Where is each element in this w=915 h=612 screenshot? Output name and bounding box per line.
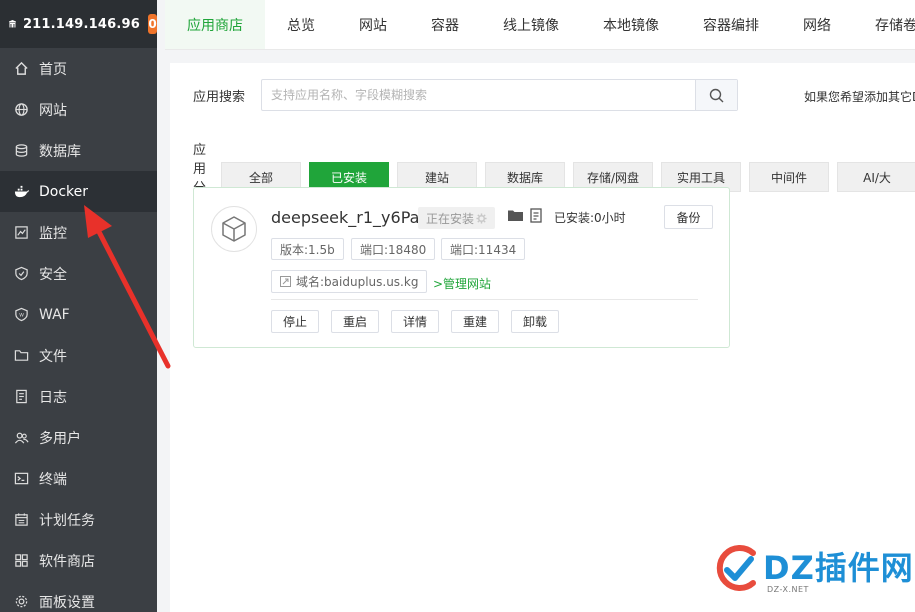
sidebar-item-nav-0[interactable]: 首页 — [0, 48, 157, 89]
sidebar-item-label: 计划任务 — [39, 512, 95, 529]
svg-text:W: W — [19, 312, 24, 318]
package-icon — [222, 216, 246, 242]
folder-icon[interactable] — [508, 209, 523, 222]
alert-badge[interactable]: 0 — [148, 14, 157, 34]
search-box — [261, 79, 739, 111]
sidebar-item-label: 软件商店 — [39, 553, 95, 570]
tab-7[interactable]: 网络 — [781, 0, 853, 49]
sidebar-item-nav-6[interactable]: W WAF — [0, 294, 157, 335]
sidebar-item-nav-1[interactable]: 网站 — [0, 89, 157, 130]
sidebar-nav: 首页网站数据库 Docker 监控安全 W WAF 文件日志多用户终端计划任务软件商店面板… — [0, 48, 157, 612]
stop-button[interactable]: 停止 — [271, 310, 319, 333]
waf-icon: W — [13, 307, 29, 323]
sidebar-item-label: 面板设置 — [39, 594, 95, 611]
docker-icon — [13, 184, 29, 200]
sidebar-item-nav-11[interactable]: 计划任务 — [0, 499, 157, 540]
tab-8[interactable]: 存储卷 — [853, 0, 915, 49]
category-button[interactable]: 中间件 — [749, 162, 830, 192]
terminal-icon — [13, 471, 29, 487]
sidebar-item-nav-7[interactable]: 文件 — [0, 335, 157, 376]
tab-6[interactable]: 容器编排 — [681, 0, 781, 49]
install-status-badge: 正在安装 — [418, 207, 496, 229]
rebuild-button[interactable]: 重建 — [451, 310, 499, 333]
sidebar-item-label: 首页 — [39, 61, 67, 78]
search-button[interactable] — [695, 80, 738, 110]
sidebar-item-label: 多用户 — [39, 430, 81, 447]
server-header: 211.149.146.96 0 — [0, 0, 157, 48]
installed-duration: 已安装:0小时 — [554, 211, 626, 225]
tab-1[interactable]: 总览 — [265, 0, 337, 49]
log-icon — [13, 389, 29, 405]
manage-site-link[interactable]: >管理网站 — [433, 275, 491, 292]
watermark: DZ插件网 DZ-X.NET — [713, 543, 914, 594]
search-label: 应用搜索 — [193, 89, 246, 105]
home-icon — [13, 61, 29, 77]
monitor-icon — [13, 225, 29, 241]
port-tag-2: 端口:11434 — [441, 238, 526, 260]
sidebar-item-label: 文件 — [39, 348, 67, 365]
search-icon — [709, 88, 724, 102]
sidebar-item-label: WAF — [39, 306, 70, 323]
watermark-subtext: DZ-X.NET — [767, 585, 809, 594]
sidebar-item-nav-5[interactable]: 安全 — [0, 253, 157, 294]
sidebar-item-nav-8[interactable]: 日志 — [0, 376, 157, 417]
server-ip[interactable]: 211.149.146.96 — [23, 17, 140, 32]
sidebar-item-docker[interactable]: Docker — [0, 171, 157, 212]
app-card: deepseek_r1_y6Pa 正在安装 已安装:0小时 备份 版本:1.5b… — [193, 187, 730, 348]
sidebar-item-nav-4[interactable]: 监控 — [0, 212, 157, 253]
sidebar-item-nav-9[interactable]: 多用户 — [0, 417, 157, 458]
restart-button[interactable]: 重启 — [331, 310, 379, 333]
backup-button[interactable]: 备份 — [664, 205, 713, 229]
users-icon — [13, 430, 29, 446]
grid-icon — [13, 553, 29, 569]
tab-0[interactable]: 应用商店 — [165, 0, 265, 49]
tab-2[interactable]: 网站 — [337, 0, 409, 49]
card-divider — [271, 299, 698, 300]
app-name: deepseek_r1_y6Pa — [271, 208, 420, 227]
sidebar-item-label: Docker — [39, 183, 89, 200]
database-icon — [13, 143, 29, 159]
calendar-icon — [13, 512, 29, 528]
app-actions: 停止 重启 详情 重建 卸载 — [271, 310, 571, 333]
settings-icon — [13, 594, 29, 610]
sidebar-item-nav-2[interactable]: 数据库 — [0, 130, 157, 171]
bt-logo-icon — [8, 20, 16, 28]
sidebar-item-label: 网站 — [39, 102, 67, 119]
version-tag: 版本:1.5b — [271, 238, 344, 260]
tab-5[interactable]: 本地镜像 — [581, 0, 681, 49]
spinner-gear-icon — [476, 212, 487, 224]
sidebar-item-label: 日志 — [39, 389, 67, 406]
tab-4[interactable]: 线上镜像 — [481, 0, 581, 49]
sidebar-item-nav-10[interactable]: 终端 — [0, 458, 157, 499]
app-store-panel: 应用搜索 如果您希望添加其它D 应用分类 全部已安装建站数据库存储/网盘实用工具… — [170, 63, 915, 612]
search-hint: 如果您希望添加其它D — [804, 90, 915, 104]
docker-tabs: 应用商店 总览 网站 容器 线上镜像 本地镜像 容器编排 网络 存储卷 — [165, 0, 915, 50]
sidebar: 211.149.146.96 0 首页网站数据库 Docker 监控安全 W WAF 文件… — [0, 0, 157, 612]
sidebar-item-nav-13[interactable]: 面板设置 — [0, 581, 157, 612]
sidebar-item-label: 监控 — [39, 225, 67, 242]
category-button[interactable]: AI/大 — [837, 162, 915, 192]
watermark-logo-icon — [716, 545, 756, 591]
watermark-text: DZ插件网 — [763, 549, 914, 587]
log-file-icon[interactable] — [530, 208, 544, 223]
uninstall-button[interactable]: 卸载 — [511, 310, 559, 333]
sidebar-item-label: 终端 — [39, 471, 67, 488]
app-icon — [211, 206, 257, 252]
link-icon — [280, 276, 291, 287]
globe-icon — [13, 102, 29, 118]
domain-text: 域名:baiduplus.us.kg — [296, 275, 419, 289]
search-row: 应用搜索 — [193, 79, 739, 111]
folder-icon — [13, 348, 29, 364]
sidebar-item-nav-12[interactable]: 软件商店 — [0, 540, 157, 581]
port-tag-1: 端口:18480 — [351, 238, 436, 260]
sidebar-item-label: 数据库 — [39, 143, 81, 160]
tab-3[interactable]: 容器 — [409, 0, 481, 49]
search-input[interactable] — [262, 80, 696, 110]
shield-icon — [13, 266, 29, 282]
sidebar-item-label: 安全 — [39, 266, 67, 283]
domain-tag[interactable]: 域名:baiduplus.us.kg — [271, 270, 428, 293]
install-status-text: 正在安装 — [426, 211, 475, 226]
details-button[interactable]: 详情 — [391, 310, 439, 333]
